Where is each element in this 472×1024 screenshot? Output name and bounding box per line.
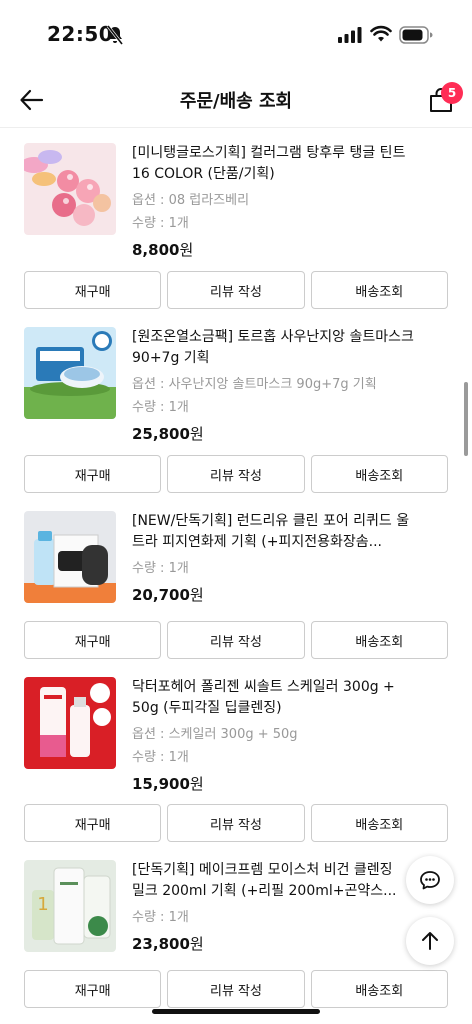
track-delivery-button[interactable]: 배송조회 <box>310 970 448 1008</box>
page-title: 주문/배송 조회 <box>179 91 293 112</box>
product-option: 옵션 : 스케일러 300g + 50g <box>132 727 298 742</box>
product-price: 8,800원 <box>132 240 417 260</box>
price-unit: 원 <box>189 586 204 604</box>
scrollbar[interactable] <box>464 382 468 456</box>
product-quantity: 수량 : 1개 <box>132 910 189 925</box>
rebuy-button[interactable]: 재구매 <box>24 455 162 493</box>
price-value: 20,700 <box>132 586 190 604</box>
write-review-button[interactable]: 리뷰 작성 <box>167 621 305 659</box>
product-image[interactable] <box>24 327 116 419</box>
product-quantity: 수량 : 1개 <box>132 750 189 765</box>
nav-header: 주문/배송 조회 <box>0 70 472 128</box>
rebuy-button[interactable]: 재구매 <box>24 621 162 659</box>
product-price: 20,700원 <box>132 585 417 605</box>
cellular-signal-icon <box>338 27 362 43</box>
product-image[interactable] <box>24 677 116 769</box>
price-value: 15,900 <box>132 775 190 793</box>
write-review-button[interactable]: 리뷰 작성 <box>167 970 305 1008</box>
price-unit: 원 <box>189 935 204 953</box>
status-time: 22:50 <box>47 22 114 46</box>
write-review-button[interactable]: 리뷰 작성 <box>167 455 305 493</box>
scroll-to-top-button[interactable] <box>406 917 454 965</box>
track-delivery-button[interactable]: 배송조회 <box>310 804 448 842</box>
product-option: 옵션 : 08 럽라즈베리 <box>132 193 250 208</box>
price-unit: 원 <box>189 425 204 443</box>
product-name[interactable]: [단독기획] 메이크프렘 모이스처 비건 클렌징 밀크 200ml 기획 (+리… <box>132 860 400 902</box>
chat-bubble-icon <box>420 871 440 890</box>
track-delivery-button[interactable]: 배송조회 <box>310 621 448 659</box>
product-quantity: 수량 : 1개 <box>132 561 189 576</box>
track-delivery-button[interactable]: 배송조회 <box>310 271 448 309</box>
product-name[interactable]: [NEW/단독기획] 런드리유 클린 포어 리퀴드 울트라 피지연화제 기획 (… <box>132 511 417 553</box>
write-review-button[interactable]: 리뷰 작성 <box>167 804 305 842</box>
bell-muted-icon <box>106 25 124 45</box>
product-price: 25,800원 <box>132 424 417 444</box>
product-price: 23,800원 <box>132 934 417 954</box>
track-delivery-button[interactable]: 배송조회 <box>310 455 448 493</box>
product-name[interactable]: [원조온열소금팩] 토르홉 사우난지앙 솔트마스크 90+7g 기획 <box>132 327 417 369</box>
product-option: 옵션 : 사우난지앙 솔트마스크 90g+7g 기획 <box>132 377 377 392</box>
rebuy-button[interactable]: 재구매 <box>24 970 162 1008</box>
battery-icon <box>399 26 433 44</box>
rebuy-button[interactable]: 재구매 <box>24 804 162 842</box>
price-value: 23,800 <box>132 935 190 953</box>
svg-text:1: 1 <box>37 894 48 915</box>
product-image[interactable]: 1 <box>24 860 116 952</box>
product-quantity: 수량 : 1개 <box>132 216 189 231</box>
wifi-icon <box>370 25 392 42</box>
cart-count-badge: 5 <box>441 82 463 104</box>
price-unit: 원 <box>179 241 194 259</box>
home-indicator[interactable] <box>152 1009 320 1014</box>
arrow-up-icon <box>422 932 438 950</box>
product-price: 15,900원 <box>132 774 417 794</box>
product-name[interactable]: 닥터포헤어 폴리젠 씨솔트 스케일러 300g + 50g (두피각질 딥클렌징… <box>132 677 417 719</box>
product-quantity: 수량 : 1개 <box>132 400 189 415</box>
price-unit: 원 <box>189 775 204 793</box>
price-value: 8,800 <box>132 241 180 259</box>
price-value: 25,800 <box>132 425 190 443</box>
write-review-button[interactable]: 리뷰 작성 <box>167 271 305 309</box>
product-image[interactable] <box>24 143 116 235</box>
product-image[interactable] <box>24 511 116 603</box>
rebuy-button[interactable]: 재구매 <box>24 271 162 309</box>
chat-button[interactable] <box>406 856 454 904</box>
status-bar: 22:50 <box>0 0 472 70</box>
product-name[interactable]: [미니탱글로스기획] 컬러그램 탕후루 탱글 틴트 16 COLOR (단품/기… <box>132 143 417 185</box>
